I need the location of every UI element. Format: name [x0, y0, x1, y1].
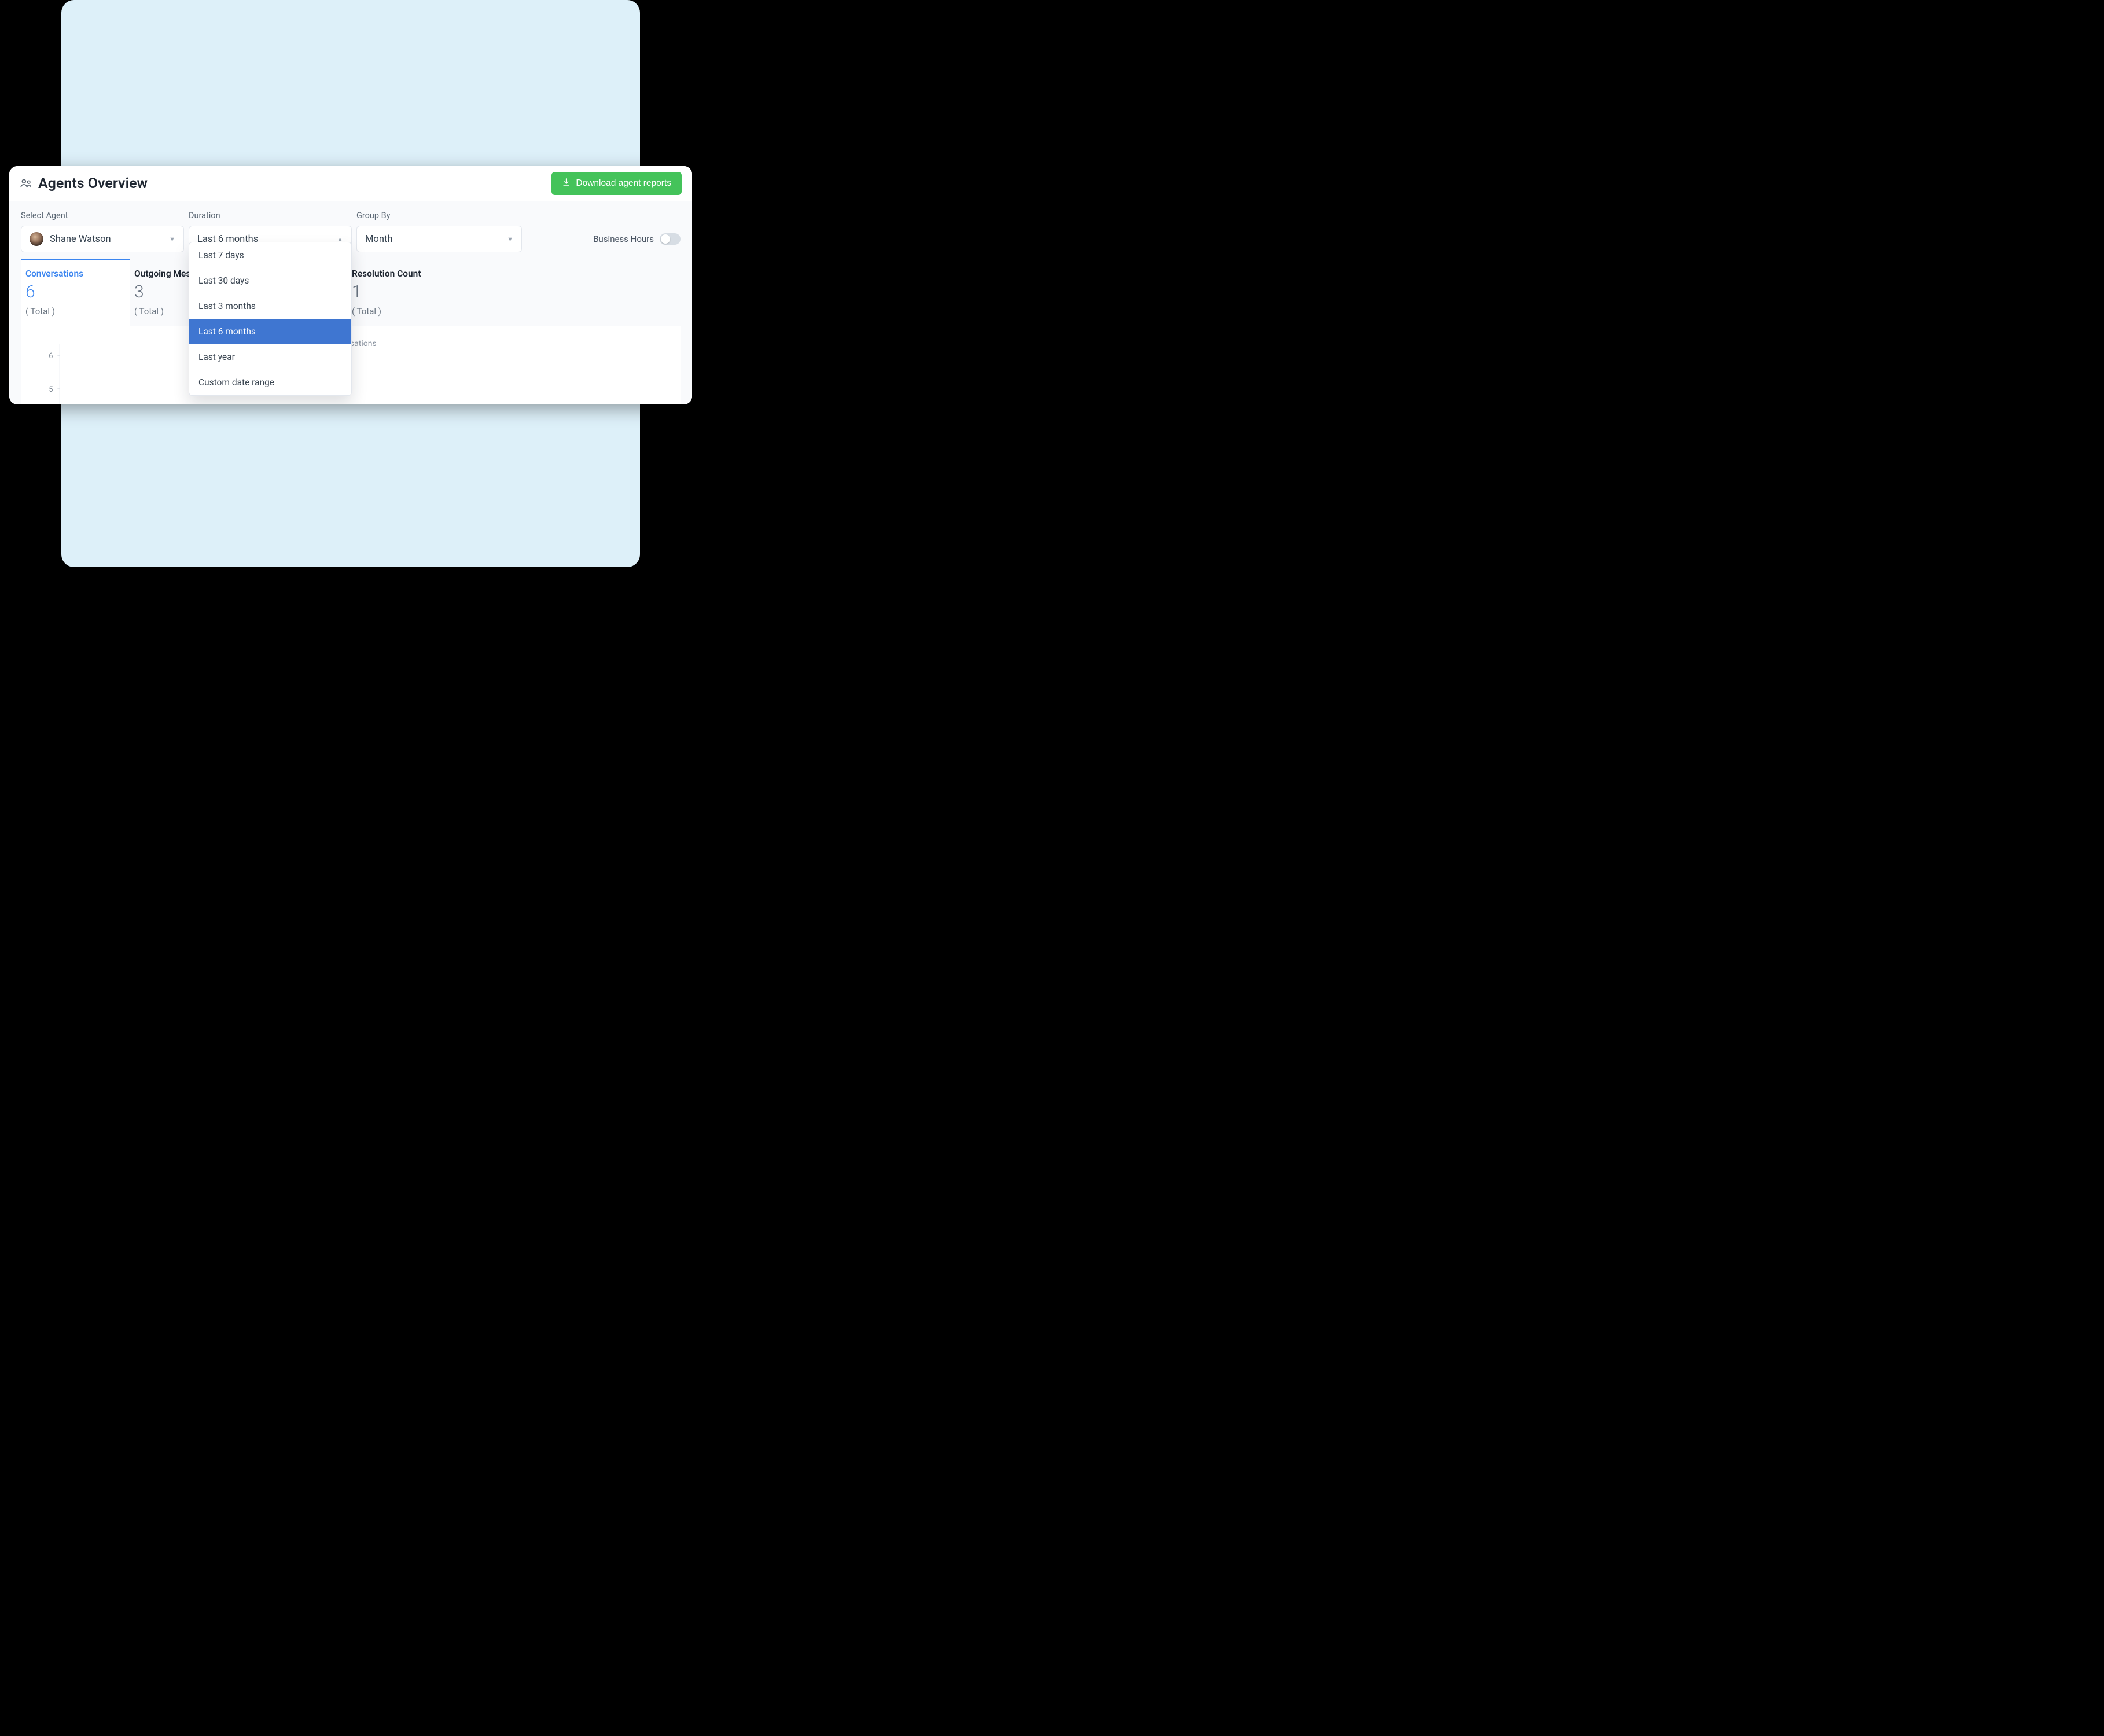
select-agent-dropdown[interactable]: Shane Watson ▼	[21, 226, 184, 252]
selected-group-by: Month	[365, 234, 392, 245]
business-hours-wrap: Business Hours	[593, 226, 681, 252]
download-icon	[562, 178, 571, 189]
agent-avatar	[30, 232, 43, 246]
selected-agent-name: Shane Watson	[50, 234, 111, 245]
metric-value: 6	[25, 282, 125, 303]
select-agent-label: Select Agent	[21, 211, 184, 220]
group-by-dropdown[interactable]: Month ▼	[356, 226, 522, 252]
y-tick-5: 5	[49, 385, 53, 393]
duration-option-last-7-days[interactable]: Last 7 days	[189, 242, 351, 268]
duration-label: Duration	[189, 211, 352, 220]
title-wrap: Agents Overview	[20, 175, 148, 192]
metric-sub: ( Total )	[352, 306, 451, 317]
page-title: Agents Overview	[38, 175, 148, 192]
tab-resolution-count[interactable]: Resolution Count 1 ( Total )	[347, 260, 456, 326]
chevron-down-icon: ▼	[169, 236, 175, 243]
filter-select-agent: Select Agent Shane Watson ▼	[21, 211, 184, 252]
duration-option-last-6-months[interactable]: Last 6 months	[189, 319, 351, 344]
duration-option-custom-range[interactable]: Custom date range	[189, 370, 351, 395]
agents-overview-panel: Agents Overview Download agent reports S…	[9, 166, 692, 404]
panel-body: Select Agent Shane Watson ▼ Duration Las…	[9, 201, 692, 404]
download-button-label: Download agent reports	[576, 178, 671, 189]
filter-group-by: Group By Month ▼	[356, 211, 522, 252]
business-hours-toggle[interactable]	[660, 233, 681, 245]
duration-option-last-3-months[interactable]: Last 3 months	[189, 293, 351, 319]
duration-option-last-year[interactable]: Last year	[189, 344, 351, 370]
y-tick-6: 6	[49, 351, 53, 360]
metric-label: Resolution Count	[352, 269, 451, 279]
group-by-label: Group By	[356, 211, 522, 220]
download-agent-reports-button[interactable]: Download agent reports	[551, 172, 682, 195]
metric-label: Conversations	[25, 269, 125, 279]
panel-header: Agents Overview Download agent reports	[9, 166, 692, 201]
duration-option-last-30-days[interactable]: Last 30 days	[189, 268, 351, 293]
chevron-down-icon: ▼	[507, 236, 513, 243]
duration-dropdown-menu: Last 7 days Last 30 days Last 3 months L…	[189, 242, 352, 396]
business-hours-label: Business Hours	[593, 234, 654, 244]
tab-conversations[interactable]: Conversations 6 ( Total )	[21, 259, 130, 326]
metric-sub: ( Total )	[25, 306, 125, 317]
metric-value: 1	[352, 282, 451, 303]
agents-icon	[20, 177, 32, 190]
